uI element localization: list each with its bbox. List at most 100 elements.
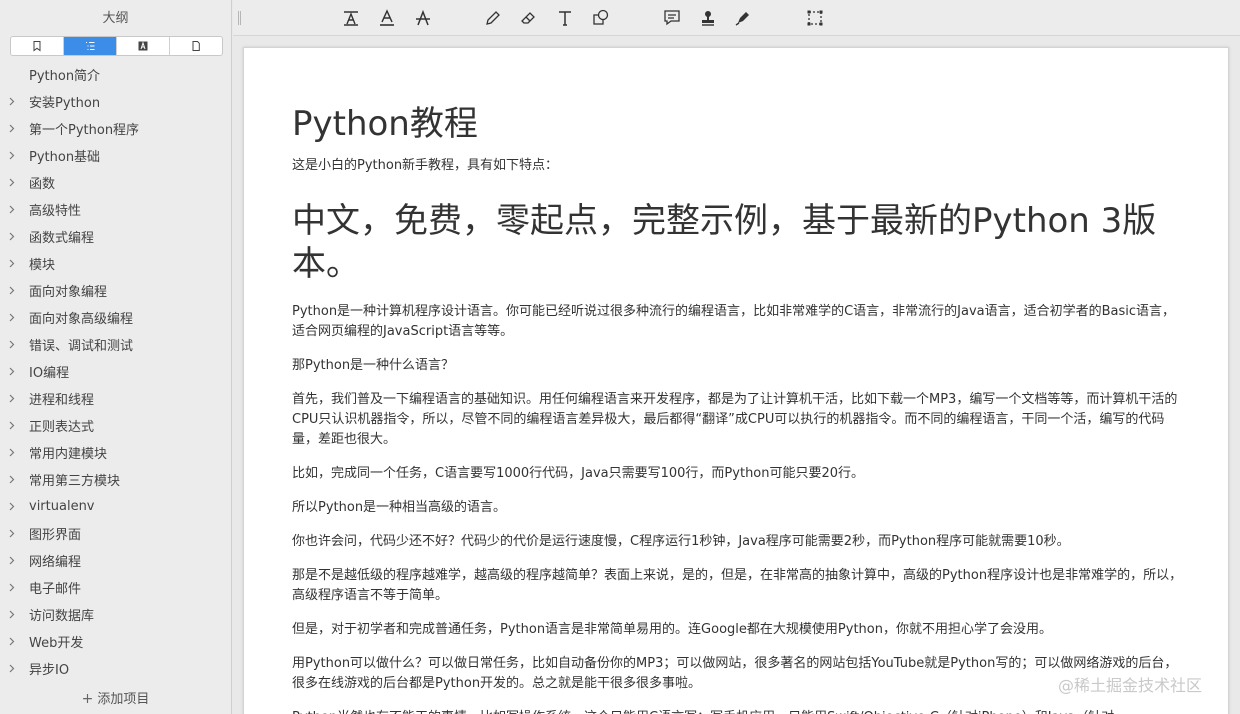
chevron-right-icon[interactable] [0,313,29,322]
outline-item[interactable]: 函数式编程 [0,223,231,250]
add-item-button[interactable]: + 添加项目 [0,688,231,708]
outline-item[interactable]: virtualenv [0,493,231,520]
pencil-button[interactable] [482,7,504,29]
chevron-right-icon[interactable] [0,178,29,187]
document-viewer[interactable]: Python教程 这是小白的Python新手教程，具有如下特点： 中文，免费，零… [233,37,1240,714]
outline-item-label: 函数 [29,177,56,192]
chevron-right-icon[interactable] [0,475,29,484]
chevron-right-icon[interactable] [0,340,29,349]
outline-item[interactable]: Python基础 [0,142,231,169]
document-title: Python教程 [292,104,478,144]
outline-tab[interactable] [64,37,117,55]
page-thumbnail-tab[interactable] [170,37,222,55]
annotation-toolbar [233,0,1240,36]
chevron-right-icon[interactable] [0,232,29,241]
body-paragraph: 所以Python是一种相当高级的语言。 [292,500,507,515]
outline-item-label: 高级特性 [29,204,82,219]
outline-list-icon [86,42,95,50]
selection-button[interactable] [804,7,826,29]
chevron-right-icon[interactable] [0,556,29,565]
document-page: Python教程 这是小白的Python新手教程，具有如下特点： 中文，免费，零… [243,47,1229,714]
intro-paragraph: 这是小白的Python新手教程，具有如下特点： [292,158,559,173]
outline-item-label: 面向对象高级编程 [29,312,134,327]
annotation-tab[interactable] [117,37,170,55]
stamp-icon [702,11,714,26]
outline-item[interactable]: Web开发 [0,628,231,655]
outline-item-label: 面向对象编程 [29,285,108,300]
outline-item[interactable]: 面向对象高级编程 [0,304,231,331]
body-paragraph: Python当然也有不能干的事情，比如写操作系统，这个只能用C语言写；写手机应用… [292,708,1184,714]
body-paragraph: 用Python可以做什么？可以做日常任务，比如自动备份你的MP3；可以做网站，很… [292,656,1178,691]
outline-item-label: virtualenv [29,499,95,514]
outline-item-label: 函数式编程 [29,231,95,246]
outline-item-label: 进程和线程 [29,393,95,408]
outline-item[interactable]: 正则表达式 [0,412,231,439]
eraser-icon [521,12,535,24]
outline-item[interactable]: 错误、调试和测试 [0,331,231,358]
outline-item-label: Python基础 [29,150,101,165]
outline-item[interactable]: 安装Python [0,88,231,115]
chevron-right-icon[interactable] [0,637,29,646]
signature-pen-icon [735,12,749,26]
stamp-button[interactable] [697,7,719,29]
bookmark-tab[interactable] [11,37,64,55]
sidebar-view-switcher [10,36,223,56]
signature-button[interactable] [732,7,754,29]
chevron-right-icon[interactable] [0,529,29,538]
chevron-right-icon[interactable] [0,448,29,457]
outline-item[interactable]: Python简介 [0,61,231,88]
text-box-button[interactable] [554,7,576,29]
selection-icon [807,10,823,26]
outline-item[interactable]: 函数 [0,169,231,196]
chevron-right-icon[interactable] [0,205,29,214]
outline-item[interactable]: 模块 [0,250,231,277]
watermark: @稀土掘金技术社区 [1058,676,1203,695]
text-box-icon [559,11,571,26]
outline-item[interactable]: 面向对象编程 [0,277,231,304]
plus-icon: + [81,691,94,707]
chevron-right-icon[interactable] [0,259,29,268]
eraser-button[interactable] [518,7,540,29]
text-style-button[interactable] [340,7,362,29]
outline-item[interactable]: 访问数据库 [0,601,231,628]
outline-item[interactable]: 网络编程 [0,547,231,574]
chevron-right-icon[interactable] [0,664,29,673]
strikethrough-button[interactable] [412,7,434,29]
outline-item[interactable]: 常用内建模块 [0,439,231,466]
annotation-icon [138,41,148,51]
chevron-right-icon[interactable] [0,610,29,619]
outline-item[interactable]: 异步IO [0,655,231,682]
outline-item[interactable]: 电子邮件 [0,574,231,601]
outline-item[interactable]: 高级特性 [0,196,231,223]
chevron-right-icon[interactable] [0,151,29,160]
outline-item[interactable]: 进程和线程 [0,385,231,412]
outline-item-label: 错误、调试和测试 [29,339,134,354]
body-paragraph: Python是一种计算机程序设计语言。你可能已经听说过很多种流行的编程语言，比如… [292,304,1176,339]
outline-item-label: Python简介 [29,69,101,84]
text-underline-icon [380,9,394,26]
outline-item-label: 图形界面 [29,528,82,543]
shapes-button[interactable] [590,7,612,29]
outline-item-label: 电子邮件 [29,582,82,597]
note-button[interactable] [661,7,683,29]
outline-item[interactable]: 第一个Python程序 [0,115,231,142]
outline-item[interactable]: IO编程 [0,358,231,385]
chevron-right-icon[interactable] [0,286,29,295]
chevron-right-icon[interactable] [0,502,29,511]
body-paragraph: 那是不是越低级的程序越难学，越高级的程序越简单？表面上来说，是的，但是，在非常高… [292,568,1183,603]
chevron-right-icon[interactable] [0,421,29,430]
outline-item[interactable]: 常用第三方模块 [0,466,231,493]
sidebar-resize-handle[interactable] [238,11,241,25]
chevron-right-icon[interactable] [0,394,29,403]
underline-button[interactable] [376,7,398,29]
body-paragraph: 你也许会问，代码少还不好？代码少的代价是运行速度慢，C程序运行1秒钟，Java程… [292,534,1070,549]
chevron-right-icon[interactable] [0,367,29,376]
chevron-right-icon[interactable] [0,124,29,133]
chevron-right-icon[interactable] [0,97,29,106]
paragraph-list: Python是一种计算机程序设计语言。你可能已经听说过很多种流行的编程语言，比如… [292,302,1184,714]
chevron-right-icon[interactable] [0,583,29,592]
outline-item[interactable]: 图形界面 [0,520,231,547]
add-item-label: 添加项目 [97,692,150,707]
body-paragraph: 首先，我们普及一下编程语言的基础知识。用任何编程语言来开发程序，都是为了让计算机… [292,392,1178,447]
body-paragraph: 但是，对于初学者和完成普通任务，Python语言是非常简单易用的。连Google… [292,622,1052,637]
